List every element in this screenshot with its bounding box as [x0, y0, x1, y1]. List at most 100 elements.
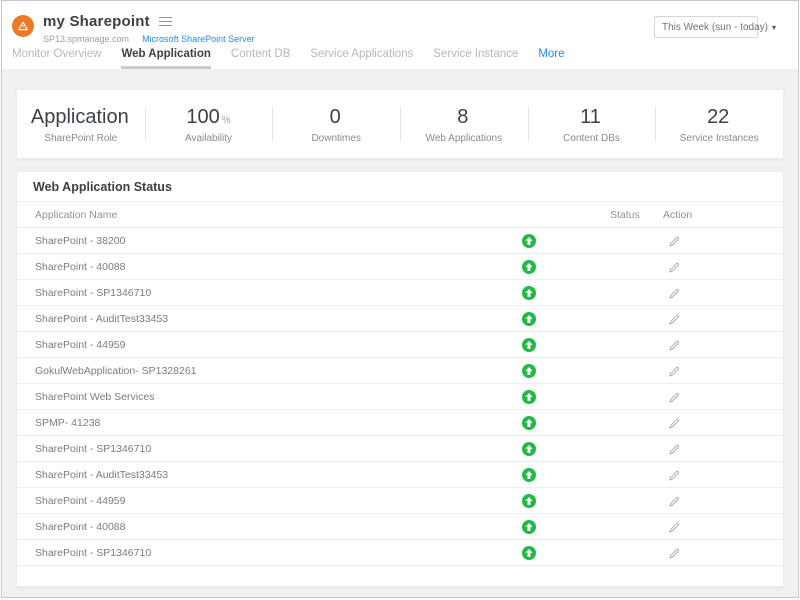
edit-pencil-icon[interactable] — [667, 442, 680, 455]
stat-content-dbs: 11 Content DBs — [528, 104, 656, 144]
table-row: SharePoint - 44959 — [17, 332, 783, 358]
table-row: GokulWebApplication- SP1328261 — [17, 358, 783, 384]
edit-pencil-icon[interactable] — [667, 312, 680, 325]
status-up-icon — [522, 494, 536, 508]
edit-pencil-icon[interactable] — [667, 546, 680, 559]
edit-pencil-icon[interactable] — [667, 416, 680, 429]
application-name: SPMP- 41238 — [17, 417, 511, 429]
column-application-name: Application Name — [17, 209, 511, 221]
table-row: SharePoint - AuditTest33453 — [17, 306, 783, 332]
stat-downtimes: 0 Downtimes — [272, 104, 400, 144]
stat-value: 100 — [186, 106, 219, 128]
time-range-select[interactable]: This Week (sun - today) ▾ — [654, 16, 758, 38]
table-row: SharePoint - 38200 — [17, 228, 783, 254]
page-content: Application SharePoint Role 100% Availab… — [2, 69, 798, 598]
stat-label: Downtimes — [272, 133, 400, 144]
table-body: SharePoint - 38200 SharePoint - 40088 — [17, 228, 783, 566]
page-title: my Sharepoint — [43, 13, 150, 30]
tab-bar: Monitor Overview Web Application Content… — [2, 48, 798, 69]
stat-web-applications: 8 Web Applications — [400, 104, 528, 144]
table-header-row: Application Name Status Action — [17, 202, 783, 228]
application-name: SharePoint - 38200 — [17, 235, 511, 247]
stat-sharepoint-role: Application SharePoint Role — [17, 104, 145, 144]
stat-value: 0 — [330, 106, 341, 128]
stat-value: Application — [31, 106, 129, 128]
server-type-link[interactable]: Microsoft SharePoint Server — [142, 34, 255, 44]
warning-triangle-icon — [16, 19, 30, 33]
edit-pencil-icon[interactable] — [667, 468, 680, 481]
stat-label: SharePoint Role — [17, 133, 145, 144]
table-row: SharePoint - 44959 — [17, 488, 783, 514]
tab-web-application[interactable]: Web Application — [121, 48, 210, 69]
header: my Sharepoint SP13.spmanage.com Microsof… — [2, 1, 798, 44]
status-up-icon — [522, 260, 536, 274]
monitor-brand: my Sharepoint SP13.spmanage.com Microsof… — [12, 13, 255, 44]
status-up-icon — [522, 286, 536, 300]
edit-pencil-icon[interactable] — [667, 390, 680, 403]
application-name: SharePoint - 40088 — [17, 261, 511, 273]
monitor-type-icon — [12, 15, 34, 37]
column-status: Status — [610, 209, 663, 221]
edit-pencil-icon[interactable] — [667, 260, 680, 273]
application-name: SharePoint Web Services — [17, 391, 511, 403]
tab-more[interactable]: More — [538, 48, 564, 69]
status-up-icon — [522, 546, 536, 560]
host-name: SP13.spmanage.com — [43, 34, 129, 44]
tab-content-db[interactable]: Content DB — [231, 48, 290, 69]
application-name: SharePoint - SP1346710 — [17, 443, 511, 455]
stat-value: 11 — [580, 106, 601, 128]
card-title: Web Application Status — [17, 172, 783, 202]
stat-label: Content DBs — [528, 133, 656, 144]
application-name: SharePoint - AuditTest33453 — [17, 469, 511, 481]
stat-service-instances: 22 Service Instances — [655, 104, 783, 144]
web-application-status-card: Web Application Status Application Name … — [16, 171, 784, 587]
table-row: SharePoint - 40088 — [17, 254, 783, 280]
status-up-icon — [522, 468, 536, 482]
status-up-icon — [522, 312, 536, 326]
status-up-icon — [522, 416, 536, 430]
application-name: GokulWebApplication- SP1328261 — [17, 365, 511, 377]
edit-pencil-icon[interactable] — [667, 338, 680, 351]
edit-pencil-icon[interactable] — [667, 520, 680, 533]
edit-pencil-icon[interactable] — [667, 286, 680, 299]
application-name: SharePoint - 44959 — [17, 495, 511, 507]
column-action: Action — [663, 209, 783, 221]
tab-service-applications[interactable]: Service Applications — [310, 48, 413, 69]
table-row: SharePoint - SP1346710 — [17, 540, 783, 566]
edit-pencil-icon[interactable] — [667, 364, 680, 377]
stat-value: 8 — [457, 106, 468, 128]
status-up-icon — [522, 520, 536, 534]
application-name: SharePoint - 40088 — [17, 521, 511, 533]
chevron-down-icon: ▾ — [772, 23, 776, 32]
table-row: SharePoint - SP1346710 — [17, 280, 783, 306]
table-row: SharePoint - 40088 — [17, 514, 783, 540]
tab-service-instance[interactable]: Service Instance — [433, 48, 518, 69]
summary-stats-card: Application SharePoint Role 100% Availab… — [16, 89, 784, 159]
application-name: SharePoint - SP1346710 — [17, 547, 511, 559]
status-up-icon — [522, 338, 536, 352]
stat-label: Availability — [145, 133, 273, 144]
table-row: SharePoint Web Services — [17, 384, 783, 410]
table-row: SharePoint - SP1346710 — [17, 436, 783, 462]
application-name: SharePoint - SP1346710 — [17, 287, 511, 299]
stat-availability: 100% Availability — [145, 104, 273, 144]
edit-pencil-icon[interactable] — [667, 494, 680, 507]
brand-text: my Sharepoint SP13.spmanage.com Microsof… — [43, 13, 255, 44]
table-row: SPMP- 41238 — [17, 410, 783, 436]
stat-label: Service Instances — [655, 133, 783, 144]
status-up-icon — [522, 364, 536, 378]
time-range-value: This Week (sun - today) — [662, 22, 768, 33]
app-window: my Sharepoint SP13.spmanage.com Microsof… — [1, 0, 799, 598]
status-up-icon — [522, 390, 536, 404]
menu-icon[interactable] — [159, 17, 172, 26]
stat-value: 22 — [707, 106, 729, 128]
application-name: SharePoint - 44959 — [17, 339, 511, 351]
stat-unit: % — [222, 115, 231, 126]
application-name: SharePoint - AuditTest33453 — [17, 313, 511, 325]
stat-label: Web Applications — [400, 133, 528, 144]
tab-monitor-overview[interactable]: Monitor Overview — [12, 48, 101, 69]
edit-pencil-icon[interactable] — [667, 234, 680, 247]
table-row: SharePoint - AuditTest33453 — [17, 462, 783, 488]
status-up-icon — [522, 442, 536, 456]
status-up-icon — [522, 234, 536, 248]
